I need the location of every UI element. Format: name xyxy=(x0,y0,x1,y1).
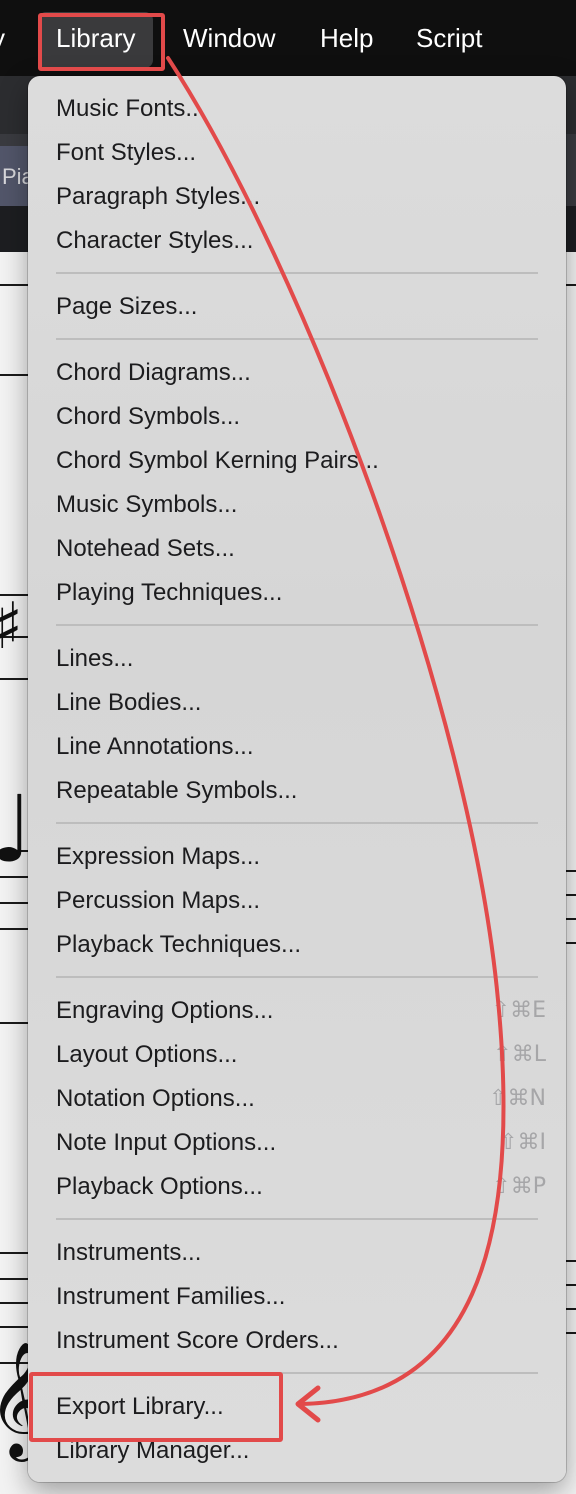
menu-item-playback-options[interactable]: Playback Options... ⇧⌘P xyxy=(56,1166,546,1208)
menu-item-character-styles[interactable]: Character Styles... xyxy=(56,220,546,262)
menu-item-repeatable-symbols[interactable]: Repeatable Symbols... xyxy=(56,770,546,812)
menu-item-note-input-options[interactable]: Note Input Options... ⇧⌘I xyxy=(56,1122,546,1164)
menu-item-layout-options[interactable]: Layout Options... ⇧⌘L xyxy=(56,1034,546,1076)
menu-item-expression-maps[interactable]: Expression Maps... xyxy=(56,836,546,878)
menu-item-music-fonts[interactable]: Music Fonts... xyxy=(56,88,546,130)
menu-item-music-symbols[interactable]: Music Symbols... xyxy=(56,484,546,526)
menu-separator xyxy=(56,272,538,274)
menu-item-page-sizes[interactable]: Page Sizes... xyxy=(56,286,546,328)
sharp-glyph: ♯ xyxy=(0,590,23,664)
menubar-item-help[interactable]: Help xyxy=(320,0,373,76)
staff-line xyxy=(566,942,576,944)
shortcut-label: ⇧⌘N xyxy=(489,1086,546,1111)
staff-line xyxy=(0,928,30,930)
menu-separator xyxy=(56,976,538,978)
menu-item-instruments[interactable]: Instruments... xyxy=(56,1232,546,1274)
menu-item-font-styles[interactable]: Font Styles... xyxy=(56,132,546,174)
staff-line xyxy=(566,284,576,286)
menu-item-engraving-options[interactable]: Engraving Options... ⇧⌘E xyxy=(56,990,546,1032)
menu-separator xyxy=(56,822,538,824)
staff-line xyxy=(566,1284,576,1286)
staff-line xyxy=(566,1260,576,1262)
shortcut-label: ⇧⌘I xyxy=(499,1130,546,1155)
menubar-item-script[interactable]: Script xyxy=(416,0,482,76)
menu-item-chord-symbol-kerning-pairs[interactable]: Chord Symbol Kerning Pairs... xyxy=(56,440,546,482)
menu-separator xyxy=(56,624,538,626)
staff-line xyxy=(566,870,576,872)
menu-item-instrument-families[interactable]: Instrument Families... xyxy=(56,1276,546,1318)
staff-line xyxy=(566,1308,576,1310)
menu-item-instrument-score-orders[interactable]: Instrument Score Orders... xyxy=(56,1320,546,1362)
menu-item-paragraph-styles[interactable]: Paragraph Styles... xyxy=(56,176,546,218)
menu-item-playing-techniques[interactable]: Playing Techniques... xyxy=(56,572,546,614)
export-library-highlight-box xyxy=(29,1372,283,1442)
staff-line xyxy=(0,1326,30,1328)
menu-item-line-bodies[interactable]: Line Bodies... xyxy=(56,682,546,724)
menu-item-notation-options[interactable]: Notation Options... ⇧⌘N xyxy=(56,1078,546,1120)
menu-item-percussion-maps[interactable]: Percussion Maps... xyxy=(56,880,546,922)
menu-separator xyxy=(56,1218,538,1220)
staff-line xyxy=(0,1278,30,1280)
menu-item-line-annotations[interactable]: Line Annotations... xyxy=(56,726,546,768)
library-menu: Music Fonts... Font Styles... Paragraph … xyxy=(28,76,566,1482)
staff-line xyxy=(0,284,30,286)
staff-line xyxy=(566,1332,576,1334)
menubar-item-window[interactable]: Window xyxy=(183,0,275,76)
menu-item-lines[interactable]: Lines... xyxy=(56,638,546,680)
staff-line xyxy=(0,1252,30,1254)
menu-separator xyxy=(56,338,538,340)
shortcut-label: ⇧⌘L xyxy=(493,1042,546,1067)
library-highlight-box xyxy=(38,13,165,71)
shortcut-label: ⇧⌘P xyxy=(492,1174,546,1199)
staff-line xyxy=(566,894,576,896)
menu-item-chord-diagrams[interactable]: Chord Diagrams... xyxy=(56,352,546,394)
staff-line xyxy=(0,902,30,904)
menu-item-playback-techniques[interactable]: Playback Techniques... xyxy=(56,924,546,966)
staff-line xyxy=(0,374,30,376)
shortcut-label: ⇧⌘E xyxy=(491,998,546,1023)
staff-line xyxy=(566,918,576,920)
staff-line xyxy=(0,1022,30,1024)
staff-line xyxy=(0,1302,30,1304)
staff-line xyxy=(0,678,30,680)
menubar-item-partial[interactable]: y xyxy=(0,0,5,76)
menu-item-chord-symbols[interactable]: Chord Symbols... xyxy=(56,396,546,438)
menu-item-notehead-sets[interactable]: Notehead Sets... xyxy=(56,528,546,570)
